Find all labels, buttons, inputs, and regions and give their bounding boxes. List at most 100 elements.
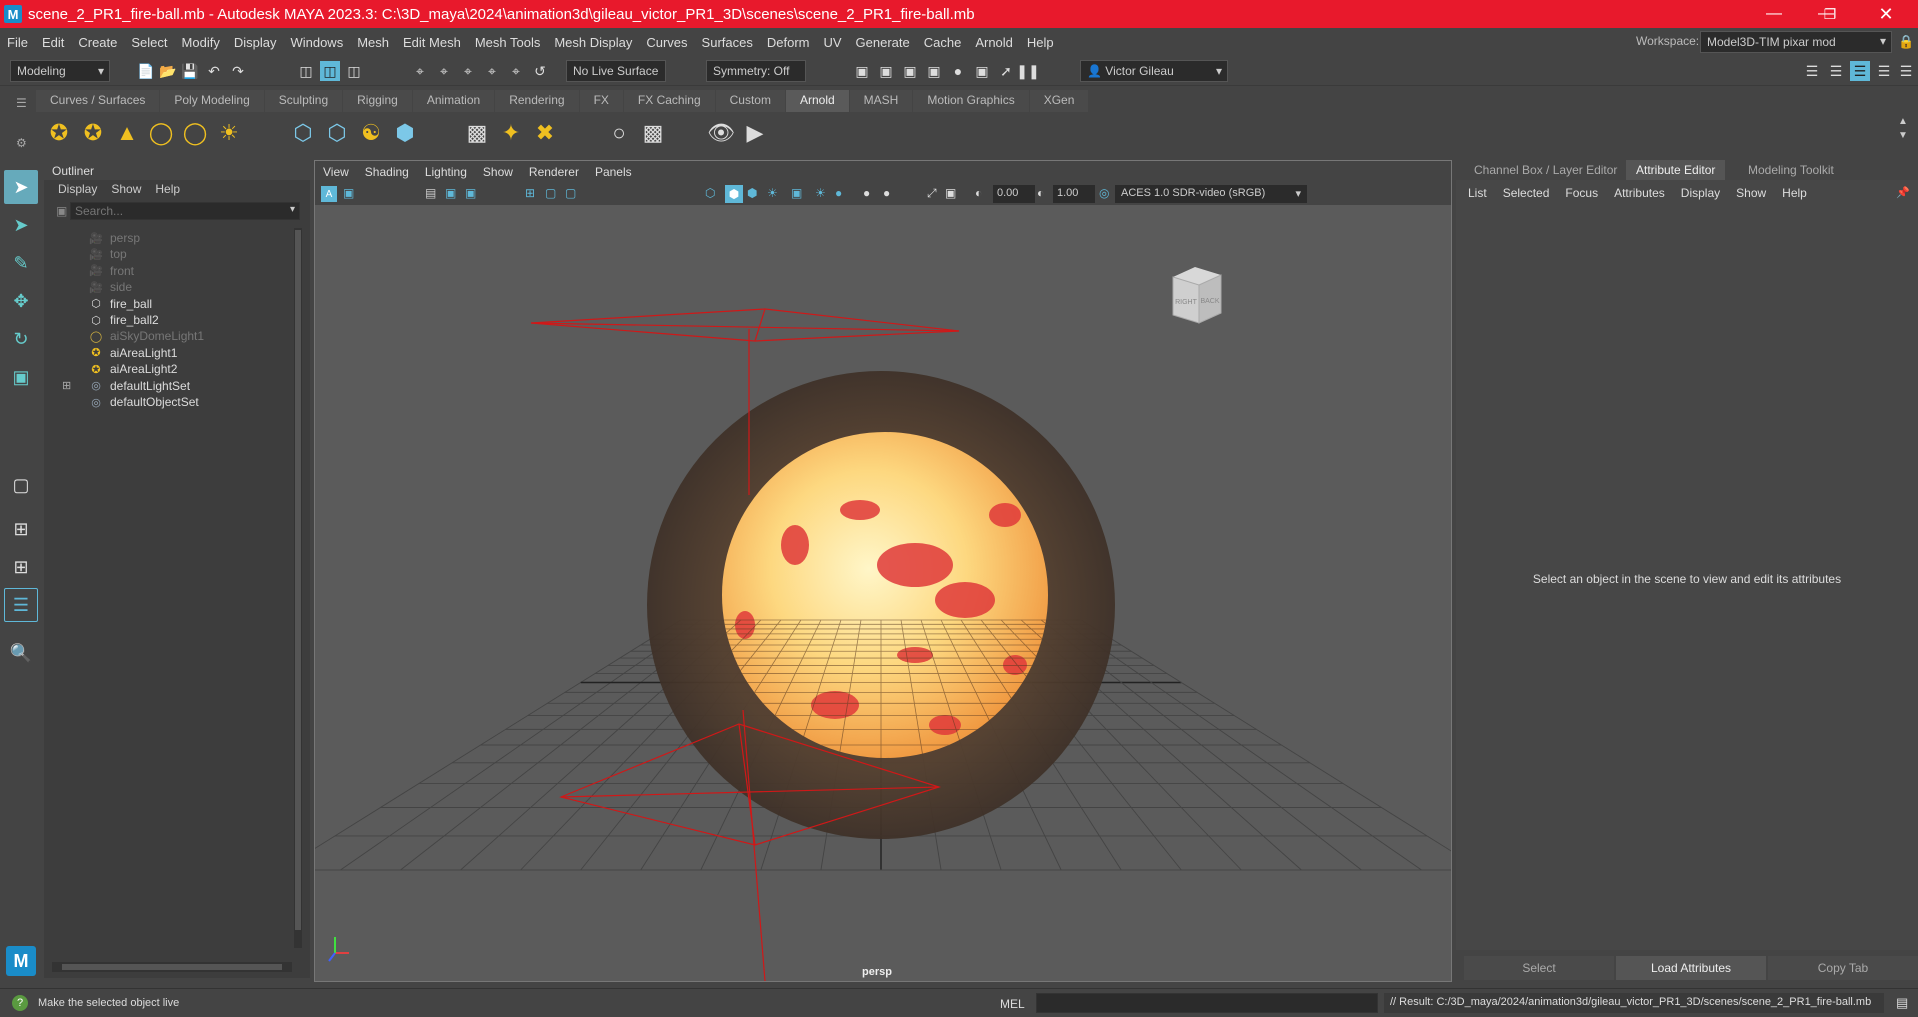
hypershade-icon[interactable]: ●: [948, 61, 968, 81]
attr-menu-focus[interactable]: Focus: [1565, 186, 1598, 200]
close-button[interactable]: ✕: [1858, 0, 1914, 28]
render-arnold-icon[interactable]: ✪: [44, 118, 74, 148]
menu-set-select[interactable]: Modeling ▾: [10, 60, 110, 82]
skydome-light-icon[interactable]: ◯: [146, 118, 176, 148]
mesh-light-icon[interactable]: ✪: [78, 118, 108, 148]
save-scene-icon[interactable]: 💾: [180, 61, 200, 81]
shelf-tab-poly-modeling[interactable]: Poly Modeling: [160, 90, 264, 112]
menu-select[interactable]: Select: [124, 35, 174, 50]
playblast-icon[interactable]: ▶: [740, 118, 770, 148]
attr-menu-help[interactable]: Help: [1782, 186, 1807, 200]
image-plane-icon[interactable]: ▣: [445, 186, 456, 200]
snap-curve-icon[interactable]: ⌖: [434, 61, 454, 81]
redo-icon[interactable]: ↷: [228, 61, 248, 81]
shelf-tab-motion-graphics[interactable]: Motion Graphics: [913, 90, 1029, 112]
shelf-scroll-up-icon[interactable]: ▲: [1898, 116, 1908, 127]
shelf-tab-arnold[interactable]: Arnold: [785, 90, 849, 112]
camera-attributes-icon[interactable]: ▣: [343, 186, 354, 200]
menu-edit[interactable]: Edit: [35, 35, 71, 50]
restore-button[interactable]: ❐: [1802, 0, 1858, 28]
outliner-search-box[interactable]: ▾: [70, 202, 300, 220]
lasso-tool-icon[interactable]: ➤: [4, 208, 38, 242]
two-pane-icon[interactable]: ⊞: [4, 550, 38, 584]
attr-menu-selected[interactable]: Selected: [1503, 186, 1550, 200]
viewport-menu-view[interactable]: View: [315, 165, 357, 179]
outliner-menu-display[interactable]: Display: [58, 182, 97, 196]
menu-modify[interactable]: Modify: [175, 35, 227, 50]
tool-settings-icon[interactable]: ☰: [1874, 61, 1894, 81]
user-account-select[interactable]: 👤 Victor Gileau ▾: [1080, 60, 1228, 82]
shelf-settings-icon[interactable]: ⚙: [16, 136, 27, 150]
attr-menu-list[interactable]: List: [1468, 186, 1487, 200]
open-scene-icon[interactable]: 📂: [158, 61, 178, 81]
viewport-menu-shading[interactable]: Shading: [357, 165, 417, 179]
resolution-gate-icon[interactable]: ▢: [565, 186, 576, 200]
select-component-icon[interactable]: ◫: [344, 61, 364, 81]
shelf-tab-mash[interactable]: MASH: [849, 90, 913, 112]
menu-generate[interactable]: Generate: [849, 35, 917, 50]
color-management-icon[interactable]: ◎: [1099, 186, 1109, 200]
live-surface-field[interactable]: No Live Surface: [566, 60, 666, 82]
outliner-menu-show[interactable]: Show: [111, 182, 141, 196]
workspace-select[interactable]: Model3D-TIM pixar mod ▾: [1700, 31, 1892, 53]
move-tool-icon[interactable]: ✥: [4, 284, 38, 318]
flush-all-icon[interactable]: ✖: [530, 118, 560, 148]
menu-deform[interactable]: Deform: [760, 35, 817, 50]
select-camera-icon[interactable]: A: [321, 186, 337, 202]
snap-grid-icon[interactable]: ⌖: [410, 61, 430, 81]
load-attributes-button[interactable]: Load Attributes: [1616, 956, 1766, 980]
ipr-icon[interactable]: ▣: [900, 61, 920, 81]
shelf-tab-rendering[interactable]: Rendering: [495, 90, 579, 112]
shelf-scroll-down-icon[interactable]: ▼: [1898, 130, 1908, 141]
menu-mesh[interactable]: Mesh: [350, 35, 396, 50]
tab-modeling-toolkit[interactable]: Modeling Toolkit: [1738, 160, 1844, 180]
tx-manager-icon[interactable]: ▩: [462, 118, 492, 148]
snap-pivot-icon[interactable]: ↺: [530, 61, 550, 81]
shelf-tab-custom[interactable]: Custom: [715, 90, 785, 112]
outliner-hscrollbar[interactable]: [52, 962, 292, 972]
license-manager-icon[interactable]: ▩: [638, 118, 668, 148]
smooth-shade-icon[interactable]: ⬢: [725, 185, 743, 203]
export-standin-icon[interactable]: ⬡: [322, 118, 352, 148]
use-lights-icon[interactable]: ☀: [767, 186, 778, 200]
symmetry-select[interactable]: Symmetry: Off: [706, 60, 806, 82]
exposure-icon[interactable]: ◐: [975, 186, 982, 200]
undo-icon[interactable]: ↶: [204, 61, 224, 81]
shelf-tab-fx-caching[interactable]: FX Caching: [623, 90, 715, 112]
single-pane-icon[interactable]: ▢: [4, 468, 38, 502]
menu-surfaces[interactable]: Surfaces: [695, 35, 760, 50]
channel-box-icon[interactable]: ☰: [1850, 61, 1870, 81]
outliner-search-input[interactable]: [71, 203, 271, 219]
menu-curves[interactable]: Curves: [639, 35, 694, 50]
snap-surface-icon[interactable]: ⌖: [506, 61, 526, 81]
lock-icon[interactable]: 🔒: [1898, 34, 1914, 50]
menu-windows[interactable]: Windows: [283, 35, 350, 50]
shelf-tab-curves-surfaces[interactable]: Curves / Surfaces: [36, 90, 160, 112]
outliner-vscrollbar[interactable]: [294, 228, 302, 948]
new-scene-icon[interactable]: 📄: [136, 61, 156, 81]
menu-cache[interactable]: Cache: [917, 35, 969, 50]
spot-light-icon[interactable]: ▲: [112, 118, 142, 148]
script-editor-icon[interactable]: ▤: [1896, 995, 1908, 1011]
outliner-item[interactable]: ◎ defaultObjectSet: [68, 392, 318, 412]
bookmark-icon[interactable]: ▤: [425, 186, 436, 200]
render-view-shelf-icon[interactable]: 👁: [706, 118, 736, 148]
outliner-menu-help[interactable]: Help: [155, 182, 180, 196]
flush-textures-icon[interactable]: ✦: [496, 118, 526, 148]
paint-select-icon[interactable]: ✎: [4, 246, 38, 280]
shelf-tab-rigging[interactable]: Rigging: [343, 90, 412, 112]
scene-canvas[interactable]: RIGHT BACK persp: [315, 205, 1451, 981]
depth-of-field-icon[interactable]: ●: [883, 186, 890, 200]
menu-arnold[interactable]: Arnold: [968, 35, 1020, 50]
attr-menu-display[interactable]: Display: [1681, 186, 1720, 200]
volume-icon[interactable]: ☯: [356, 118, 386, 148]
shelf-tab-fx[interactable]: FX: [579, 90, 623, 112]
snap-view-icon[interactable]: ⌖: [482, 61, 502, 81]
shelf-tab-xgen[interactable]: XGen: [1029, 90, 1089, 112]
scale-tool-icon[interactable]: ▣: [4, 360, 38, 394]
component-icon[interactable]: ▣: [945, 186, 956, 200]
menu-help[interactable]: Help: [1020, 35, 1061, 50]
two-d-pan-icon[interactable]: ▣: [465, 186, 476, 200]
viewport-menu-panels[interactable]: Panels: [587, 165, 640, 179]
outliner-filter-icon[interactable]: ▣: [56, 204, 67, 218]
